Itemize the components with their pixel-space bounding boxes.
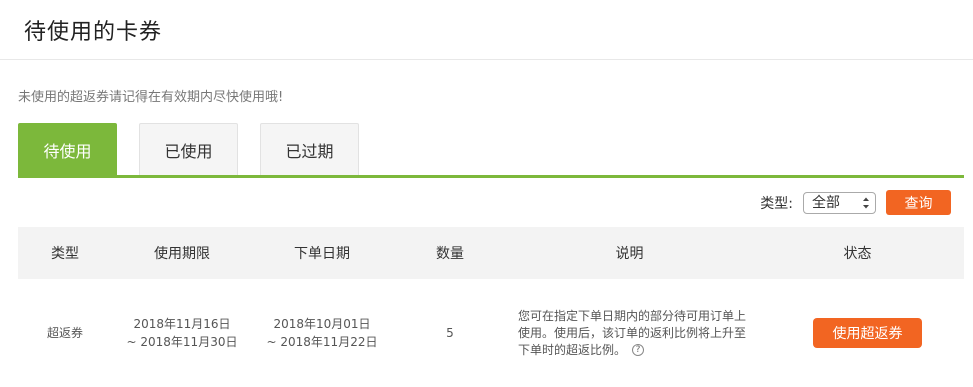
filter-bar: 类型: 全部 查询 [760,190,951,215]
coupon-page: 待使用的卡券 未使用的超返券请记得在有效期内尽快使用哦! 待使用 已使用 已过期… [0,0,973,387]
table-row: 超返券 2018年11月16日 ~ 2018年11月30日 2018年10月01… [18,279,964,387]
use-coupon-button[interactable]: 使用超返券 [813,318,922,348]
type-select[interactable]: 全部 [803,191,876,214]
period-start: 2018年11月16日 [133,317,231,331]
coupon-table: 类型 使用期限 下单日期 数量 说明 状态 超返券 2018年11月16日 ~ … [18,227,964,387]
period-end: ~ 2018年11月30日 [126,335,238,349]
select-arrows-icon [863,197,869,208]
table-header: 类型 使用期限 下单日期 数量 说明 状态 [18,227,964,279]
order-end: ~ 2018年11月22日 [266,335,378,349]
cell-quantity: 5 [446,326,454,340]
header-type: 类型 [51,246,79,262]
help-icon[interactable]: ? [632,344,645,356]
page-title: 待使用的卡券 [24,19,163,45]
tab-expired[interactable]: 已过期 [260,123,359,175]
tab-bar: 待使用 已使用 已过期 [18,123,964,178]
type-select-value: 全部 [812,194,840,211]
header-status: 状态 [843,246,872,262]
notice-text: 未使用的超返券请记得在有效期内尽快使用哦! [18,90,284,105]
search-button[interactable]: 查询 [886,190,951,215]
tab-pending[interactable]: 待使用 [18,123,117,175]
header-period: 使用期限 [154,246,210,262]
cell-description: 您可在指定下单日期内的部分待可用订单上使用。使用后，该订单的返利比例将上升至下单… [508,308,751,359]
tab-used[interactable]: 已使用 [139,123,238,175]
cell-period: 2018年11月16日 ~ 2018年11月30日 [112,315,252,351]
type-filter-label: 类型: [760,195,793,212]
cell-type: 超返券 [46,326,83,340]
cell-status: 使用超返券 [751,318,964,348]
cell-order-date: 2018年10月01日 ~ 2018年11月22日 [252,315,392,351]
header-order-date: 下单日期 [294,246,350,262]
header-description: 说明 [615,246,644,262]
header-quantity: 数量 [436,246,464,262]
order-start: 2018年10月01日 [273,317,371,331]
title-bar: 待使用的卡券 [0,0,973,60]
